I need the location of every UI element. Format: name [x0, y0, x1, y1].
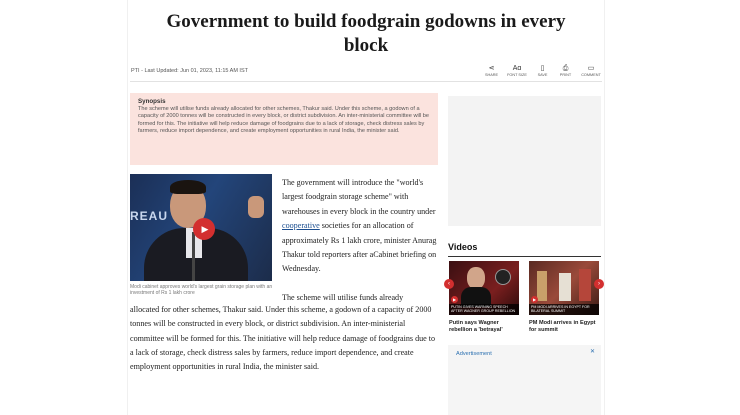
save-label: SAVE: [537, 73, 548, 77]
advertisement-label: Advertisement: [456, 351, 492, 357]
figure-hand: [248, 196, 264, 218]
share-button[interactable]: ⋖ SHARE: [483, 64, 500, 77]
article-headline: Government to build foodgrain godowns in…: [166, 11, 566, 56]
font-size-button[interactable]: Aɑ FONT SIZE: [506, 64, 528, 77]
article-paragraph-1: The government will introduce the "world…: [282, 176, 438, 306]
thumbnail-figure-right: [579, 269, 591, 301]
comment-button[interactable]: ▭ COMMENT: [580, 64, 602, 77]
video-strip-text: PM MODI ARRIVES IN EGYPT FOR BILATERAL S…: [529, 304, 599, 315]
video-card[interactable]: ▶ PM MODI ARRIVES IN EGYPT FOR BILATERAL…: [529, 261, 599, 334]
cooperative-link[interactable]: cooperative: [282, 221, 320, 230]
left-gutter-line: [127, 0, 128, 415]
videos-heading: Videos: [448, 242, 478, 252]
photo-caption: Modi cabinet approves world's largest gr…: [130, 284, 273, 297]
play-button[interactable]: ▶: [193, 218, 215, 240]
article-paragraph-2: allocated for other schemes, Thakur said…: [130, 305, 436, 372]
ad-close-icon[interactable]: ✕: [590, 348, 595, 355]
video-play-icon: ▶: [451, 296, 458, 303]
share-label: SHARE: [484, 73, 499, 77]
thumbnail-face: [467, 267, 485, 289]
video-caption: Putin says Wagner rebellion a 'betrayal': [449, 320, 503, 333]
print-icon: ⎙: [562, 65, 569, 72]
video-caption: PM Modi arrives in Egypt for summit: [529, 320, 596, 333]
bookmark-icon: ▯: [540, 65, 545, 72]
share-icon: ⋖: [488, 65, 495, 72]
video-thumbnail: ▶ PM MODI ARRIVES IN EGYPT FOR BILATERAL…: [529, 261, 599, 315]
paragraph-1-text-a: The government will introduce the "world…: [282, 178, 436, 216]
font-size-icon: Aɑ: [512, 65, 522, 72]
synopsis-body: The scheme will utilise funds already al…: [138, 106, 430, 135]
figure-hair: [170, 180, 206, 194]
video-card[interactable]: ▶ PUTIN GIVES WARNING SPEECH AFTER WAGNE…: [449, 261, 519, 334]
save-button[interactable]: ▯ SAVE: [534, 64, 551, 77]
article-video-thumbnail[interactable]: REAU ▶: [130, 174, 272, 281]
thumbnail-figure-center: [559, 273, 571, 301]
video-play-icon: ▶: [531, 296, 538, 303]
comment-label: COMMENT: [581, 73, 601, 77]
comment-icon: ▭: [587, 65, 595, 72]
top-ad-slot: [448, 96, 601, 226]
font-size-label: FONT SIZE: [507, 73, 527, 77]
synopsis-title: Synopsis: [138, 98, 166, 105]
right-gutter-line: [604, 0, 605, 415]
print-button[interactable]: ⎙ PRINT: [557, 64, 574, 77]
thumbnail-figure-left: [537, 271, 547, 301]
article-actions: ⋖ SHARE Aɑ FONT SIZE ▯ SAVE ⎙ PRINT ▭ CO…: [483, 64, 602, 77]
video-strip-text: PUTIN GIVES WARNING SPEECH AFTER WAGNER …: [449, 304, 519, 315]
print-label: PRINT: [559, 73, 572, 77]
microphone: [192, 232, 195, 281]
paragraph-2-start: The scheme will utilise funds already: [282, 293, 404, 303]
carousel-prev-button[interactable]: ‹: [444, 279, 454, 289]
videos-divider: [448, 256, 601, 257]
play-icon: ▶: [201, 223, 209, 234]
article-meta-bar: PTI - Last Updated: Jun 01, 2023, 11:15 …: [130, 62, 602, 82]
synopsis-box: Synopsis The scheme will utilise funds a…: [130, 93, 438, 165]
backdrop-text: REAU: [130, 209, 169, 223]
article-byline: PTI - Last Updated: Jun 01, 2023, 11:15 …: [131, 68, 248, 74]
video-thumbnail: ▶ PUTIN GIVES WARNING SPEECH AFTER WAGNE…: [449, 261, 519, 315]
carousel-next-button[interactable]: ›: [594, 279, 604, 289]
wagner-emblem-icon: [495, 269, 511, 285]
bottom-ad-slot: Advertisement ✕: [448, 345, 601, 415]
